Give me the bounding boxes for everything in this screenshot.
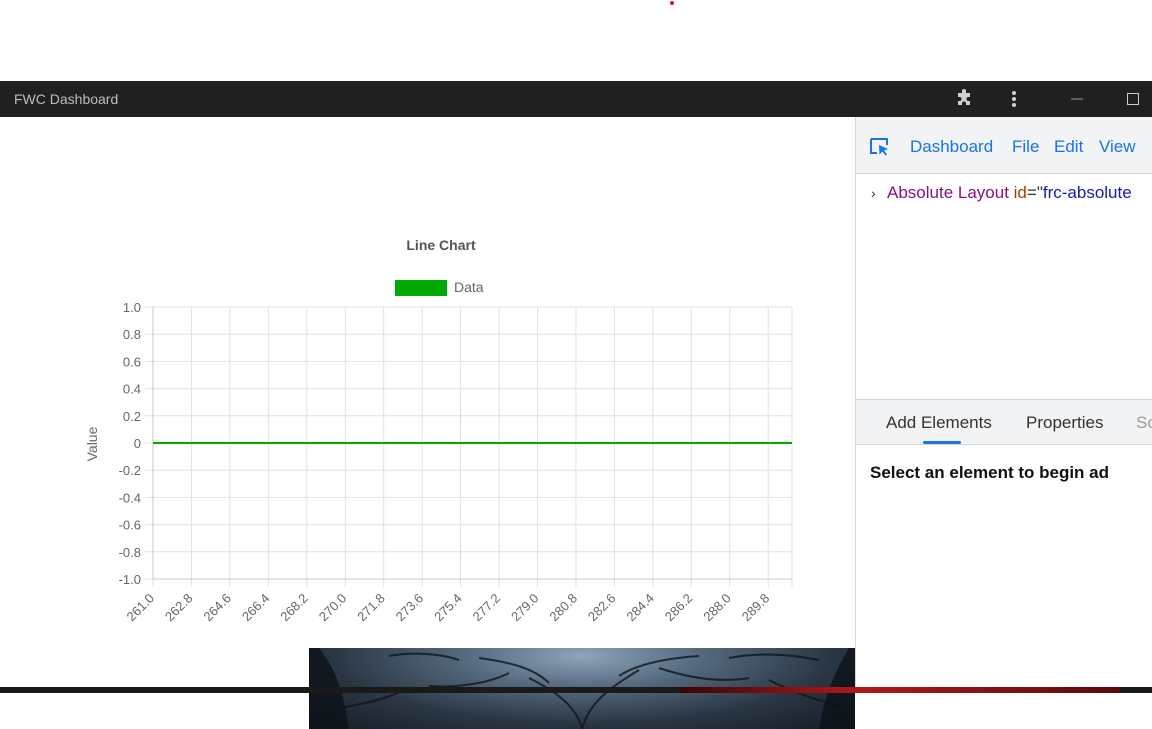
x-tick-label: 288.0 [700,591,734,625]
devtools-toolbar: Dashboard File Edit View [856,117,1152,174]
inspect-element-icon[interactable] [869,137,891,157]
x-tick-label: 280.8 [546,591,580,625]
minimize-icon[interactable] [1064,81,1090,117]
menu-edit[interactable]: Edit [1054,137,1083,157]
empty-state-message: Select an element to begin ad [870,463,1110,482]
x-tick-label: 261.0 [124,591,158,625]
chevron-right-icon[interactable]: › [871,185,887,201]
x-tick-label: 268.2 [277,591,311,625]
y-tick-label: 0.8 [123,327,141,342]
tree-node-attr: id [1013,183,1027,202]
x-tick-label: 282.6 [585,591,619,625]
menu-view[interactable]: View [1099,137,1136,157]
x-tick-label: 266.4 [239,591,273,625]
x-tick-label: 262.8 [162,591,196,625]
taskbar [0,687,1152,693]
x-tick-label: 284.4 [623,591,657,625]
element-tree-node[interactable]: › Absolute Layout id="frc-absolute [871,183,1132,203]
devtools-panel: Dashboard File Edit View › Absolute Layou… [855,117,1152,693]
red-indicator-dot [670,1,674,5]
x-tick-label: 264.6 [200,591,234,625]
chart-title: Line Chart [406,237,476,253]
taskbar-wallpaper-glow [680,687,1120,693]
menu-dashboard[interactable]: Dashboard [910,137,993,157]
y-tick-label: 0.4 [123,382,141,397]
window-title: FWC Dashboard [14,91,119,107]
tab-partial[interactable]: Sc [1136,413,1152,433]
y-tick-label: -0.6 [119,518,141,533]
y-tick-label: 0 [134,436,141,451]
menu-file[interactable]: File [1012,137,1039,157]
y-tick-label: -0.4 [119,490,141,505]
x-tick-label: 273.6 [393,591,427,625]
chart-panel: Line Chart Data 1.0 0.8 0.6 0.4 0.2 0 -0.2 -0.4 -0… [0,117,855,729]
line-chart: Line Chart Data 1.0 0.8 0.6 0.4 0.2 0 -0.2 -0.4 -0… [84,237,793,661]
tab-properties[interactable]: Properties [1026,413,1103,433]
y-tick-label: 0.6 [123,354,141,369]
x-tick-label: 289.8 [739,591,773,625]
y-tick-label: 1.0 [123,300,141,315]
maximize-icon[interactable] [1120,81,1146,117]
y-tick-label: -1.0 [119,572,141,587]
x-tick-label: 277.2 [470,591,504,625]
tree-node-value: frc-absolute [1042,183,1132,202]
y-tick-label: 0.2 [123,409,141,424]
title-bar: FWC Dashboard [0,81,1152,117]
x-tick-label: 271.8 [354,591,388,625]
x-tick-label: 286.2 [662,591,696,625]
y-tick-label: -0.2 [119,463,141,478]
devtools-tabs: Add Elements Properties Sc [856,399,1152,445]
legend-swatch [395,280,447,296]
app-window: FWC Dashboard Line Chart Data 1.0 0.8 0.6 0.4… [0,81,1152,729]
more-vertical-icon[interactable] [1003,81,1025,117]
legend-label: Data [454,279,484,295]
x-tick-label: 270.0 [316,591,350,625]
tab-add-elements[interactable]: Add Elements [886,413,992,433]
x-tick-label: 279.0 [508,591,542,625]
puzzle-icon[interactable] [952,81,976,117]
y-tick-label: -0.8 [119,545,141,560]
y-axis-label: Value [84,426,100,461]
active-tab-indicator [923,441,961,444]
tree-node-tag: Absolute Layout [887,183,1009,202]
x-tick-label: 275.4 [431,591,465,625]
